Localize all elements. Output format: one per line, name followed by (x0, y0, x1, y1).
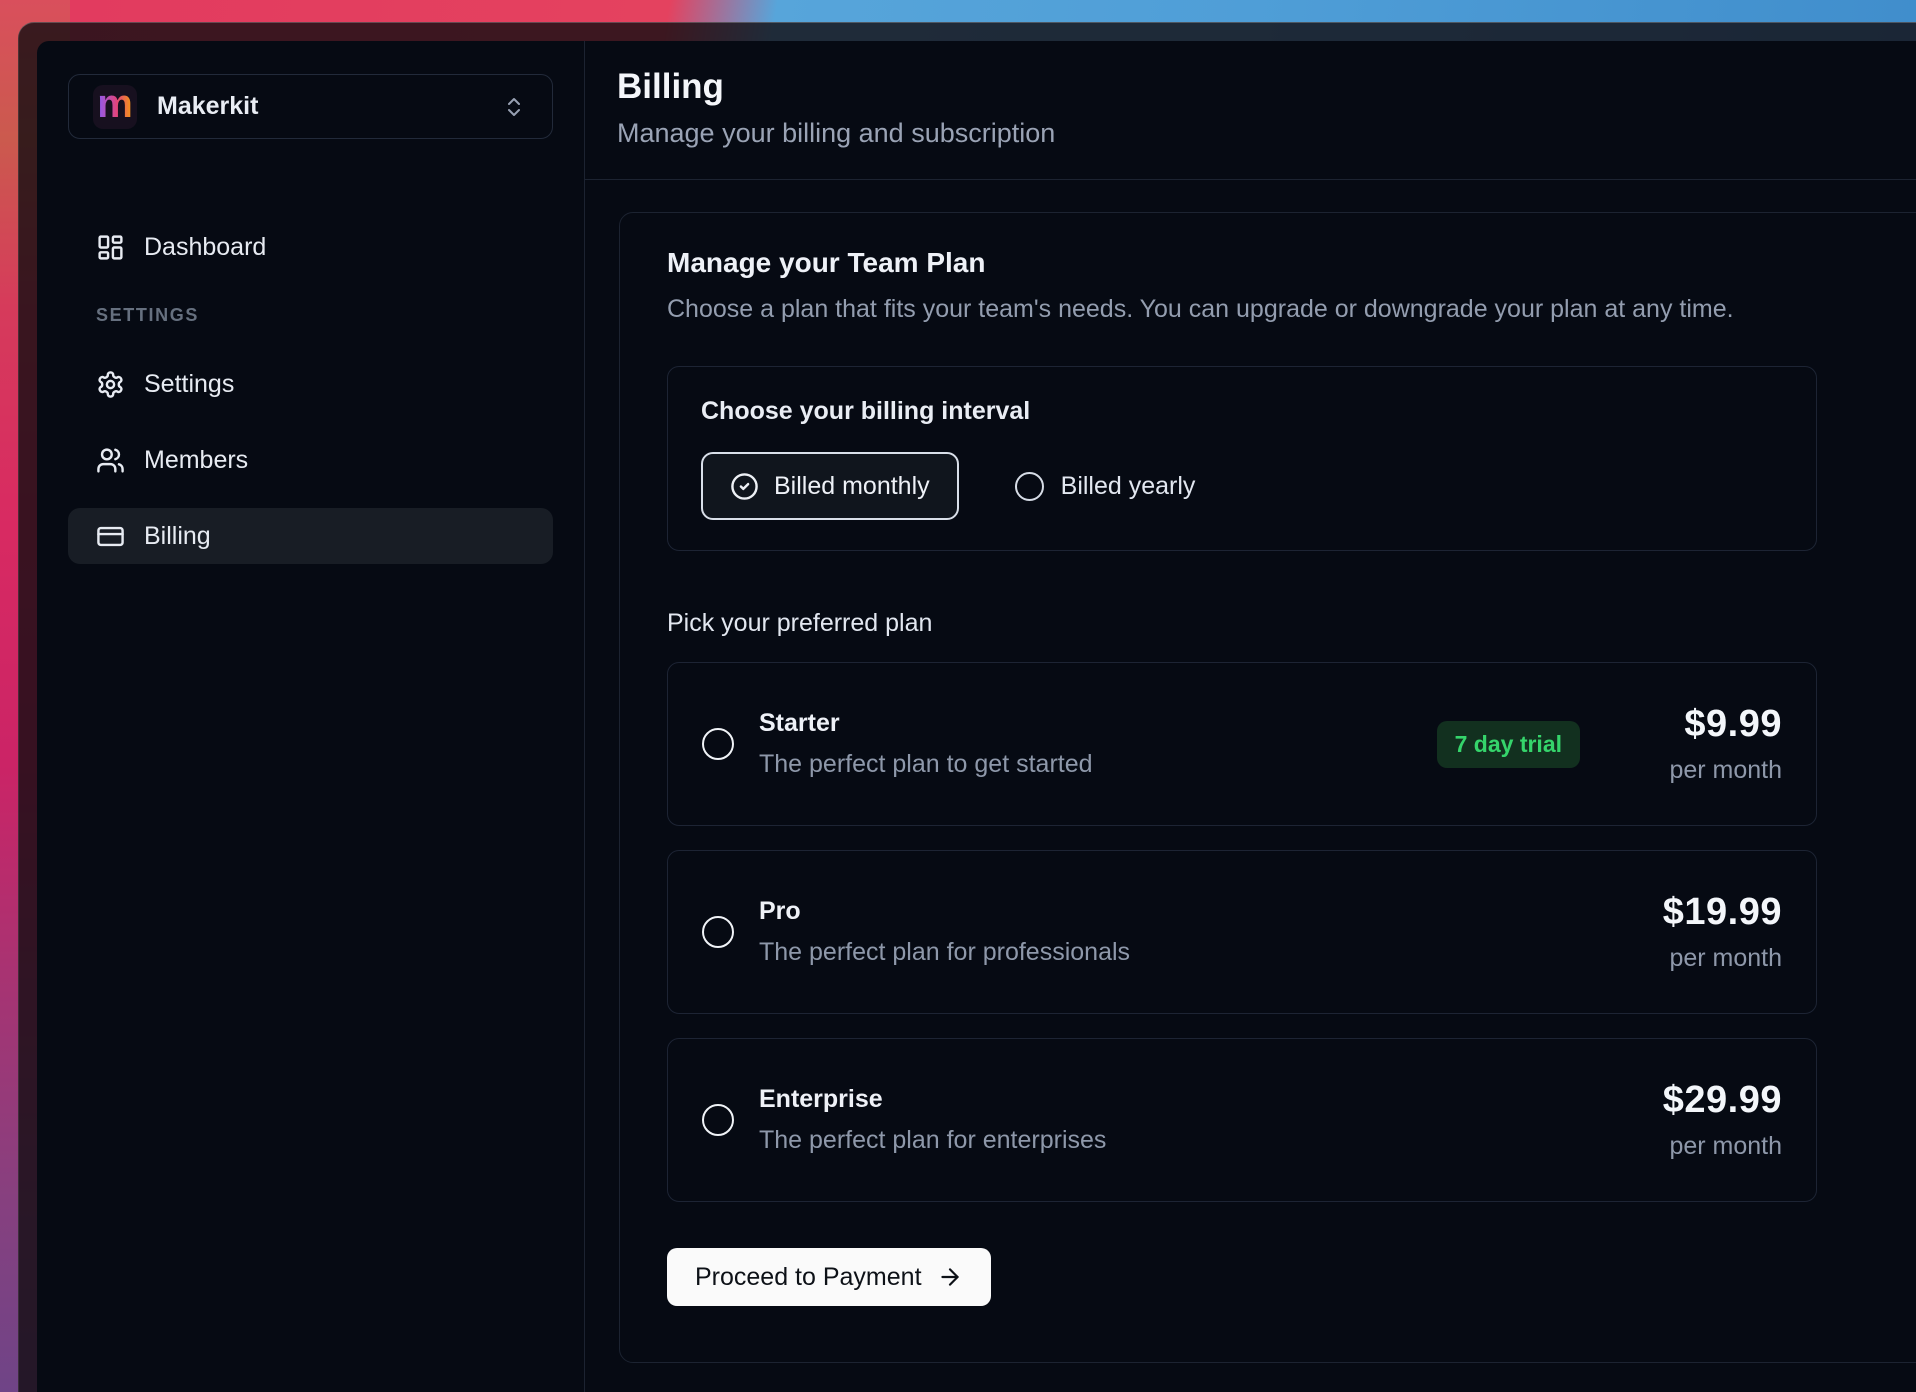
plan-info: Enterprise The perfect plan for enterpri… (759, 1085, 1622, 1155)
sidebar-item-label: Members (144, 446, 248, 475)
trial-badge: 7 day trial (1437, 721, 1580, 768)
sidebar-item-label: Billing (144, 522, 211, 551)
billing-interval-label: Choose your billing interval (701, 397, 1783, 426)
price-amount: $29.99 (1622, 1079, 1782, 1122)
plan-row-enterprise[interactable]: Enterprise The perfect plan for enterpri… (667, 1038, 1817, 1202)
arrow-right-icon (937, 1264, 963, 1290)
plan-info: Pro The perfect plan for professionals (759, 897, 1622, 967)
plans-label: Pick your preferred plan (667, 609, 1835, 638)
price-amount: $9.99 (1622, 703, 1782, 746)
app-content: m Makerkit Dashboard SETTINGS Settings M (37, 41, 1916, 1392)
proceed-to-payment-button[interactable]: Proceed to Payment (667, 1248, 991, 1306)
app-window: m Makerkit Dashboard SETTINGS Settings M (18, 22, 1916, 1392)
sidebar-section-label: SETTINGS (96, 305, 553, 326)
proceed-to-payment-label: Proceed to Payment (695, 1263, 922, 1292)
chevrons-up-down-icon (502, 95, 526, 119)
sidebar-item-members[interactable]: Members (68, 432, 553, 488)
plan-radio[interactable] (702, 1104, 734, 1136)
plan-radio[interactable] (702, 916, 734, 948)
sidebar-nav: Dashboard SETTINGS Settings Members Bill… (68, 219, 553, 564)
main-panel: Billing Manage your billing and subscrip… (585, 41, 1916, 1392)
sidebar-item-billing[interactable]: Billing (68, 508, 553, 564)
plan-price: $19.99 per month (1622, 891, 1782, 973)
workspace-selector[interactable]: m Makerkit (68, 74, 553, 139)
price-period: per month (1622, 1132, 1782, 1161)
credit-card-icon (96, 522, 125, 551)
plan-info: Starter The perfect plan to get started (759, 709, 1437, 779)
plan-price: $9.99 per month (1622, 703, 1782, 785)
plan-row-pro[interactable]: Pro The perfect plan for professionals $… (667, 850, 1817, 1014)
plan-name: Enterprise (759, 1085, 1622, 1114)
users-icon (96, 446, 125, 475)
plan-price: $29.99 per month (1622, 1079, 1782, 1161)
gear-icon (96, 370, 125, 399)
page-subtitle: Manage your billing and subscription (617, 118, 1916, 149)
sidebar-item-settings[interactable]: Settings (68, 356, 553, 412)
price-period: per month (1622, 944, 1782, 973)
plan-description: The perfect plan to get started (759, 750, 1437, 779)
plan-description: The perfect plan for professionals (759, 938, 1622, 967)
sidebar-item-dashboard[interactable]: Dashboard (68, 219, 553, 275)
card-description: Choose a plan that fits your team's need… (667, 295, 1835, 324)
plan-radio[interactable] (702, 728, 734, 760)
plan-name: Starter (759, 709, 1437, 738)
layout-dashboard-icon (96, 233, 125, 262)
radio-circle-icon (1015, 472, 1044, 501)
billing-interval-options: Billed monthly Billed yearly (701, 452, 1783, 520)
plan-row-starter[interactable]: Starter The perfect plan to get started … (667, 662, 1817, 826)
makerkit-logo-letter: m (97, 84, 133, 124)
page-header: Billing Manage your billing and subscrip… (585, 41, 1916, 180)
price-period: per month (1622, 756, 1782, 785)
billed-yearly-option[interactable]: Billed yearly (1015, 472, 1196, 501)
plan-name: Pro (759, 897, 1622, 926)
billed-yearly-label: Billed yearly (1061, 472, 1196, 501)
circle-check-icon (730, 472, 759, 501)
card-title: Manage your Team Plan (667, 247, 1835, 279)
plan-description: The perfect plan for enterprises (759, 1126, 1622, 1155)
billed-monthly-option[interactable]: Billed monthly (701, 452, 959, 520)
billed-monthly-label: Billed monthly (774, 472, 930, 501)
page-title: Billing (617, 67, 1916, 107)
workspace-name: Makerkit (157, 92, 502, 121)
team-plan-card: Manage your Team Plan Choose a plan that… (619, 212, 1916, 1363)
billing-interval-group: Choose your billing interval Billed mont… (667, 366, 1817, 551)
price-amount: $19.99 (1622, 891, 1782, 934)
sidebar-item-label: Settings (144, 370, 234, 399)
sidebar: m Makerkit Dashboard SETTINGS Settings M (37, 41, 585, 1392)
makerkit-logo: m (93, 85, 137, 129)
sidebar-item-label: Dashboard (144, 233, 266, 262)
